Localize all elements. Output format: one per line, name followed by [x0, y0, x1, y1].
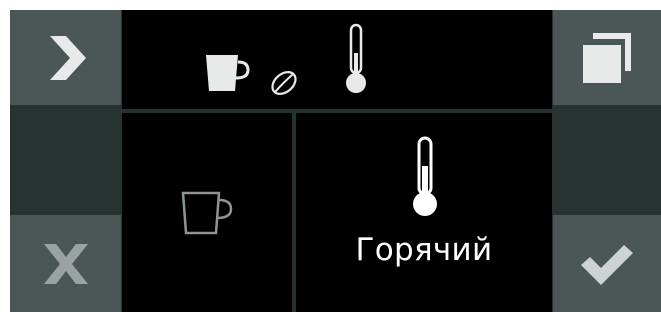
cup-size-pane[interactable] [122, 113, 292, 312]
checkmark-icon [581, 244, 633, 285]
temperature-pane[interactable]: Горячий [296, 113, 552, 312]
confirm-button[interactable] [553, 215, 661, 312]
device-screen: Горячий [10, 10, 661, 312]
right-spacer [553, 112, 661, 212]
temperature-label: Горячий [355, 232, 493, 268]
chevron-right-icon [49, 35, 86, 80]
cup-outline-icon [181, 191, 233, 234]
cancel-button[interactable] [10, 215, 121, 312]
left-spacer [10, 112, 121, 212]
copy-button[interactable] [553, 10, 661, 105]
next-button[interactable] [10, 10, 121, 105]
temperature-icon [413, 136, 437, 216]
coffee-bean-icon [271, 71, 297, 95]
recipe-summary-bar [122, 10, 552, 109]
thermometer-icon [346, 23, 366, 93]
cup-full-icon [206, 55, 250, 91]
close-icon [43, 243, 88, 284]
copy-icon [583, 32, 631, 83]
